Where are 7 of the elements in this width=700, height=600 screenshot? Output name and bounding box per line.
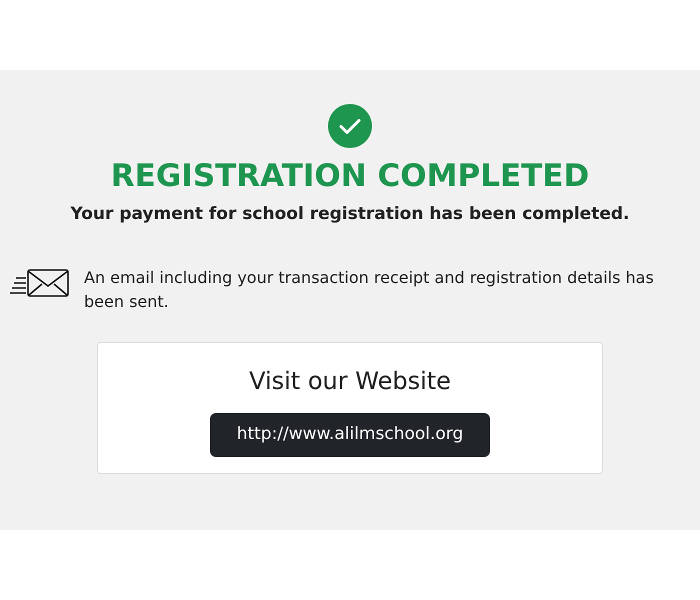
check-circle-icon (328, 104, 372, 148)
subtitle: Your payment for school registration has been completed. (70, 203, 630, 226)
card-heading: Visit our Website (249, 366, 451, 396)
envelope-icon (10, 268, 70, 298)
page-title: REGISTRATION COMPLETED (110, 158, 590, 194)
website-link[interactable]: http://www.alilmschool.org (210, 412, 490, 456)
email-notice: An email including your transaction receipt and registration details has been sent. (84, 266, 655, 312)
